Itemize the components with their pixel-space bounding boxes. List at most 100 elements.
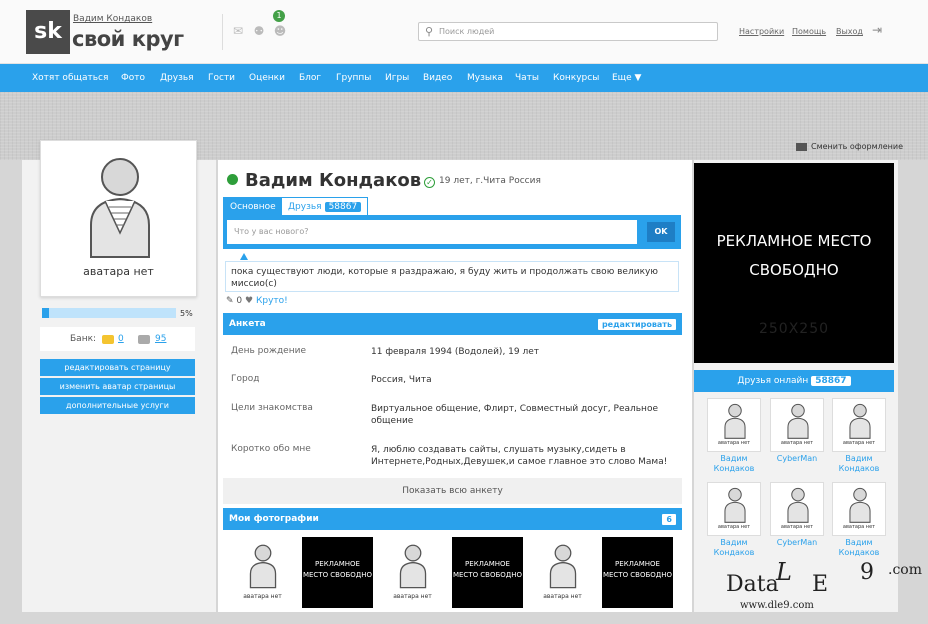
friend-card[interactable]: аватара нет Вадим Кондаков [831, 398, 887, 474]
tab-friends[interactable]: Друзья 58867 [281, 197, 369, 215]
cool-link[interactable]: Круто! [256, 296, 288, 306]
nav-music[interactable]: Музыка [467, 73, 503, 83]
friend-card[interactable]: аватара нет Вадим Кондаков [831, 482, 887, 558]
friend-name[interactable]: Вадим Кондаков [706, 538, 762, 558]
status-pointer [240, 253, 248, 260]
friend-avatar-label: аватара нет [842, 524, 876, 530]
silver-coin-icon [138, 335, 150, 344]
logo-mark[interactable]: sk [26, 10, 70, 54]
friend-avatar[interactable]: аватара нет [832, 398, 886, 452]
edit-page-button[interactable]: редактировать страницу [40, 359, 195, 376]
friend-avatar[interactable]: аватара нет [707, 482, 761, 536]
friend-card[interactable]: аватара нет CyberMan [769, 398, 825, 464]
profile-progress-bar [42, 308, 176, 318]
bank-silver-link[interactable]: 95 [155, 327, 166, 351]
tab-main[interactable]: Основное [223, 197, 283, 215]
friends-online-header[interactable]: Друзья онлайн 58867 [694, 370, 894, 392]
header-user-link[interactable]: Вадим Кондаков [73, 14, 152, 24]
friend-name[interactable]: Вадим Кондаков [706, 454, 762, 474]
extra-services-button[interactable]: дополнительные услуги [40, 397, 195, 414]
nav-want-chat[interactable]: Хотят общаться [32, 73, 108, 83]
watermark-part: E [812, 572, 829, 597]
friends-online-count: 58867 [811, 376, 851, 386]
photo-thumb[interactable]: аватара нет [527, 537, 598, 608]
friend-card[interactable]: аватара нет Вадим Кондаков [706, 398, 762, 474]
guests-icon[interactable]: ☻ [273, 24, 287, 38]
mail-icon[interactable]: ✉ [231, 24, 245, 38]
verified-icon: ✓ [424, 177, 435, 188]
ad-size-label: 250X250 [758, 321, 830, 337]
exit-icon[interactable]: ⇥ [870, 23, 884, 37]
watermark: Data L E 9 .com www.dle9.com [720, 556, 922, 616]
nav-friends[interactable]: Друзья [160, 73, 194, 83]
friend-avatar[interactable]: аватара нет [707, 398, 761, 452]
nav-photo[interactable]: Фото [121, 73, 145, 83]
change-avatar-button[interactable]: изменить аватар страницы [40, 378, 195, 395]
edit-anketa-button[interactable]: редактировать [597, 319, 676, 330]
default-avatar-icon [249, 544, 277, 589]
help-link[interactable]: Помощь [792, 27, 826, 36]
search-input[interactable]: ⚲ Поиск людей [418, 22, 718, 41]
likes-row: ✎ 0 ♥ Круто! [226, 296, 288, 306]
default-avatar-icon [849, 487, 871, 523]
ad-text-line-1: РЕКЛАМНОЕ МЕСТО [716, 232, 872, 250]
friend-name[interactable]: Вадим Кондаков [831, 538, 887, 558]
photos-count: 6 [662, 514, 676, 525]
status-text[interactable]: пока существуют люди, которые я раздража… [225, 261, 679, 292]
profile-name: Вадим Кондаков [245, 170, 422, 191]
friend-name[interactable]: Вадим Кондаков [831, 454, 887, 474]
friend-name[interactable]: CyberMan [769, 454, 825, 464]
nav-video[interactable]: Видео [423, 73, 452, 83]
watermark-part: Data [726, 572, 779, 597]
post-ok-button[interactable]: OK [647, 222, 675, 242]
photo-thumb[interactable]: аватара нет [377, 537, 448, 608]
search-placeholder: Поиск людей [439, 27, 495, 36]
friend-avatar-label: аватара нет [780, 524, 814, 530]
photo-thumb[interactable]: РЕКЛАМНОЕ МЕСТО СВОБОДНО [302, 537, 373, 608]
friend-avatar[interactable]: аватара нет [770, 398, 824, 452]
watermark-part: 9 [860, 560, 874, 585]
anketa-header: Анкета редактировать [223, 313, 682, 335]
nav-games[interactable]: Игры [385, 73, 409, 83]
nav-more[interactable]: Еще ▼ [612, 73, 641, 83]
bank-gold-link[interactable]: 0 [118, 327, 124, 351]
photo-thumb[interactable]: РЕКЛАМНОЕ МЕСТО СВОБОДНО [452, 537, 523, 608]
friend-avatar[interactable]: аватара нет [770, 482, 824, 536]
row-label-about: Коротко обо мне [231, 444, 311, 454]
bank-panel: Банк: 0 95 [40, 327, 195, 351]
ad-banner[interactable]: РЕКЛАМНОЕ МЕСТО СВОБОДНО 250X250 [694, 163, 894, 363]
nav-contests[interactable]: Конкурсы [553, 73, 599, 83]
profile-avatar[interactable]: аватара нет [40, 140, 197, 297]
default-avatar-icon [724, 403, 746, 439]
notification-badge: 1 [273, 10, 285, 22]
settings-link[interactable]: Настройки [739, 27, 784, 36]
default-avatar-icon [549, 544, 577, 589]
avatar-label: аватара нет [83, 265, 154, 278]
search-icon: ⚲ [425, 25, 434, 38]
friend-avatar[interactable]: аватара нет [832, 482, 886, 536]
add-friend-icon[interactable]: ⚉ [252, 24, 266, 38]
friend-card[interactable]: аватара нет Вадим Кондаков [706, 482, 762, 558]
default-avatar-icon [90, 158, 150, 258]
friend-name[interactable]: CyberMan [769, 538, 825, 548]
photo-av-label: аватара нет [393, 593, 432, 600]
watermark-url: www.dle9.com [740, 600, 814, 611]
logout-link[interactable]: Выход [836, 27, 863, 36]
default-avatar-icon [787, 403, 809, 439]
progress-text: 5% [180, 309, 193, 318]
photo-thumb[interactable]: РЕКЛАМНОЕ МЕСТО СВОБОДНО [602, 537, 673, 608]
nav-groups[interactable]: Группы [336, 73, 371, 83]
nav-ratings[interactable]: Оценки [249, 73, 285, 83]
logo-text[interactable]: свой круг [72, 27, 184, 51]
heart-icon[interactable]: ♥ [245, 296, 253, 306]
nav-chats[interactable]: Чаты [515, 73, 539, 83]
change-design-link[interactable]: Сменить оформление [796, 142, 903, 151]
pencil-icon[interactable]: ✎ [226, 296, 234, 306]
nav-guests[interactable]: Гости [208, 73, 235, 83]
post-input[interactable]: Что у вас нового? [227, 220, 637, 244]
friend-card[interactable]: аватара нет CyberMan [769, 482, 825, 548]
row-value-goals: Виртуальное общение, Флирт, Совместный д… [371, 404, 658, 426]
nav-blog[interactable]: Блог [299, 73, 321, 83]
photo-thumb[interactable]: аватара нет [227, 537, 298, 608]
show-all-anketa-button[interactable]: Показать всю анкету [223, 478, 682, 504]
